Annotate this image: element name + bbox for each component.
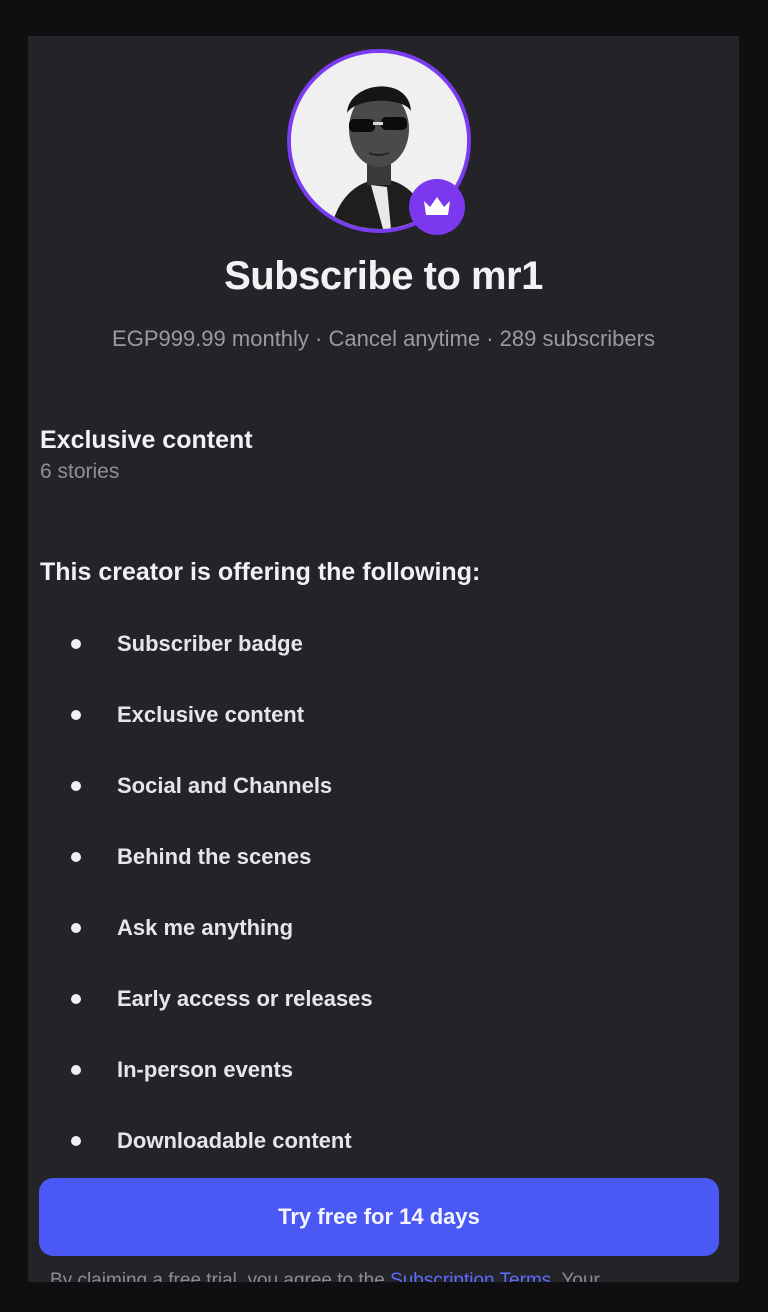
bullet-icon <box>71 709 81 720</box>
bullet-icon <box>71 638 81 649</box>
subscribe-sheet: Subscribe to mr1 EGP999.99 monthly · Can… <box>28 36 739 1282</box>
offer-item-label: Behind the scenes <box>117 843 312 869</box>
legal-suffix: . Your <box>551 1270 600 1282</box>
list-item: Behind the scenes <box>28 821 739 892</box>
legal-prefix: By claiming a free trial, you agree to t… <box>50 1270 391 1282</box>
list-item: Exclusive content <box>28 679 739 750</box>
bullet-icon <box>71 780 81 791</box>
offer-item-label: Subscriber badge <box>117 630 303 656</box>
offer-item-label: Downloadable content <box>117 1127 352 1153</box>
bullet-icon <box>71 1064 81 1075</box>
offer-heading: This creator is offering the following: <box>40 558 481 586</box>
avatar-container <box>287 49 471 235</box>
legal-disclaimer: By claiming a free trial, you agree to t… <box>50 1270 600 1282</box>
bullet-icon <box>71 1135 81 1146</box>
exclusive-content-title: Exclusive content <box>40 426 253 454</box>
crown-icon <box>424 197 450 215</box>
list-item: In-person events <box>28 1034 739 1105</box>
subscription-meta: EGP999.99 monthly · Cancel anytime · 289… <box>112 326 655 351</box>
offer-item-label: In-person events <box>117 1056 294 1082</box>
page-title: Subscribe to mr1 <box>224 254 543 298</box>
crown-badge <box>409 179 465 235</box>
offer-item-label: Early access or releases <box>117 985 373 1011</box>
list-item: Ask me anything <box>28 892 739 963</box>
bullet-icon <box>71 993 81 1004</box>
offer-item-label: Exclusive content <box>117 701 305 727</box>
exclusive-content-count: 6 stories <box>40 460 120 483</box>
subscription-terms-link[interactable]: Subscription Terms <box>390 1270 551 1282</box>
offer-list: Subscriber badge Exclusive content Socia… <box>28 608 739 1176</box>
offer-item-label: Social and Channels <box>117 772 333 798</box>
bullet-icon <box>71 922 81 933</box>
list-item: Downloadable content <box>28 1105 739 1176</box>
list-item: Social and Channels <box>28 750 739 821</box>
list-item: Subscriber badge <box>28 608 739 679</box>
try-free-button[interactable]: Try free for 14 days <box>39 1178 719 1256</box>
offer-item-label: Ask me anything <box>117 914 294 940</box>
list-item: Early access or releases <box>28 963 739 1034</box>
bullet-icon <box>71 851 81 862</box>
